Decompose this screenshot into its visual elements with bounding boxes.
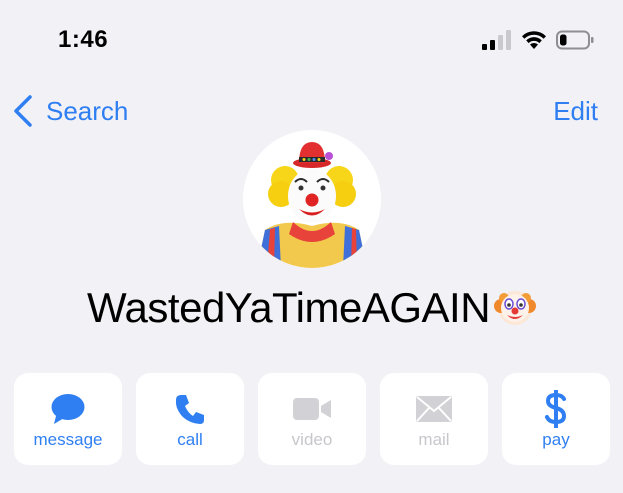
- battery-icon: [556, 30, 594, 50]
- video-camera-icon: [293, 398, 331, 420]
- status-time: 1:46: [58, 26, 109, 53]
- clown-photo: [243, 130, 381, 268]
- pay-button-label: pay: [542, 430, 570, 449]
- contact-avatar[interactable]: [243, 130, 381, 268]
- envelope-icon: [416, 396, 452, 422]
- edit-button[interactable]: Edit: [553, 96, 598, 127]
- video-button[interactable]: video: [258, 373, 366, 465]
- clown-face-emoji: [494, 291, 537, 325]
- mail-button-label: mail: [418, 430, 450, 449]
- call-button[interactable]: call: [136, 373, 244, 465]
- pay-button[interactable]: pay: [502, 373, 610, 465]
- contact-actions: message call video mail pay: [14, 373, 610, 465]
- message-button-label: message: [33, 430, 103, 449]
- wifi-icon: [522, 31, 546, 49]
- video-button-label: video: [291, 430, 333, 449]
- back-button-label: Search: [46, 95, 129, 126]
- call-button-label: call: [177, 430, 203, 449]
- contact-name: WastedYaTimeAGAIN: [0, 284, 623, 332]
- status-bar: 1:46: [0, 0, 623, 80]
- message-bubble-icon: [51, 394, 85, 424]
- mail-button[interactable]: mail: [380, 373, 488, 465]
- cellular-signal-icon: [482, 30, 511, 50]
- dollar-sign-icon: [545, 390, 567, 428]
- contact-name-text: WastedYaTimeAGAIN: [86, 284, 491, 331]
- navigation-bar: Search Edit: [0, 86, 623, 136]
- message-button[interactable]: message: [14, 373, 122, 465]
- back-button[interactable]: Search: [12, 94, 128, 128]
- phone-icon: [175, 395, 204, 424]
- chevron-left-icon: [14, 95, 32, 127]
